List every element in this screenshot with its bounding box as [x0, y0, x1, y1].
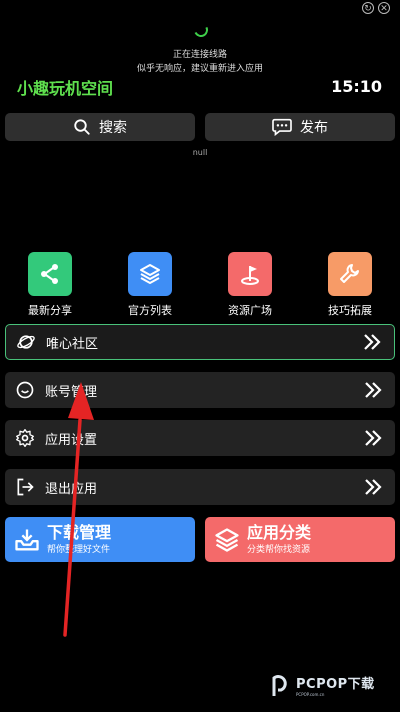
pcpop-logo-icon	[272, 675, 287, 696]
watermark: PCPOP下载 PCPOP.com.cn	[270, 672, 375, 698]
watermark-sub: PCPOP.com.cn	[296, 692, 325, 697]
annotation-arrow	[63, 382, 94, 637]
watermark-text: PCPOP下载	[296, 677, 375, 692]
